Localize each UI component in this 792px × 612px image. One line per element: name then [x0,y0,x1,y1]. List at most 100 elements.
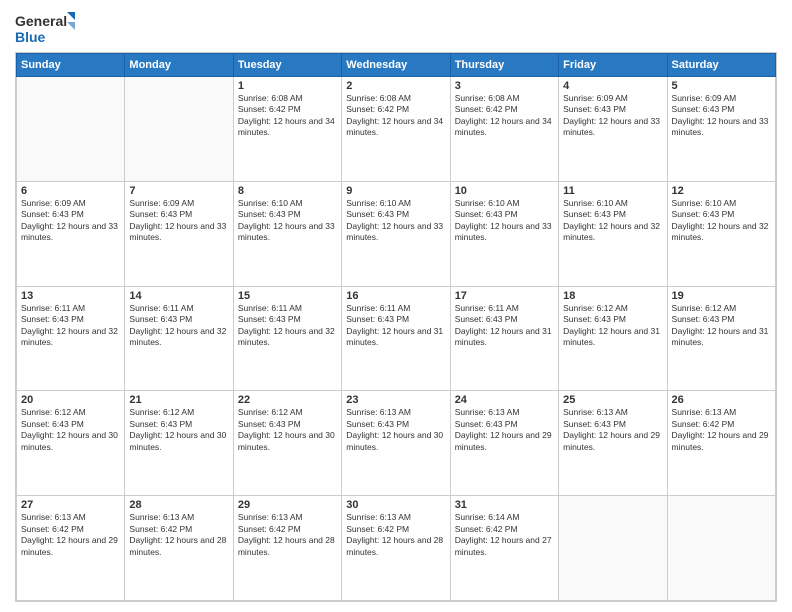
calendar-cell [125,77,233,182]
day-number: 6 [21,185,120,197]
calendar-cell: 1Sunrise: 6:08 AMSunset: 6:42 PMDaylight… [233,77,341,182]
day-number: 22 [238,394,337,406]
calendar-cell: 31Sunrise: 6:14 AMSunset: 6:42 PMDayligh… [450,496,558,601]
svg-text:Blue: Blue [15,29,46,45]
calendar-cell: 29Sunrise: 6:13 AMSunset: 6:42 PMDayligh… [233,496,341,601]
calendar-cell: 7Sunrise: 6:09 AMSunset: 6:43 PMDaylight… [125,181,233,286]
calendar-cell: 3Sunrise: 6:08 AMSunset: 6:42 PMDaylight… [450,77,558,182]
day-number: 25 [563,394,662,406]
day-info: Sunrise: 6:08 AMSunset: 6:42 PMDaylight:… [346,93,445,139]
day-number: 14 [129,290,228,302]
day-number: 8 [238,185,337,197]
calendar-cell: 24Sunrise: 6:13 AMSunset: 6:43 PMDayligh… [450,391,558,496]
day-number: 11 [563,185,662,197]
day-number: 1 [238,80,337,92]
calendar-cell: 23Sunrise: 6:13 AMSunset: 6:43 PMDayligh… [342,391,450,496]
day-info: Sunrise: 6:13 AMSunset: 6:42 PMDaylight:… [21,512,120,558]
day-info: Sunrise: 6:14 AMSunset: 6:42 PMDaylight:… [455,512,554,558]
calendar-cell: 12Sunrise: 6:10 AMSunset: 6:43 PMDayligh… [667,181,775,286]
svg-text:General: General [15,13,67,29]
logo: General Blue [15,10,75,46]
day-number: 21 [129,394,228,406]
day-info: Sunrise: 6:11 AMSunset: 6:43 PMDaylight:… [238,303,337,349]
day-info: Sunrise: 6:12 AMSunset: 6:43 PMDaylight:… [238,407,337,453]
day-number: 4 [563,80,662,92]
calendar-cell: 19Sunrise: 6:12 AMSunset: 6:43 PMDayligh… [667,286,775,391]
day-info: Sunrise: 6:13 AMSunset: 6:42 PMDaylight:… [129,512,228,558]
calendar-cell: 9Sunrise: 6:10 AMSunset: 6:43 PMDaylight… [342,181,450,286]
calendar-cell: 11Sunrise: 6:10 AMSunset: 6:43 PMDayligh… [559,181,667,286]
day-info: Sunrise: 6:10 AMSunset: 6:43 PMDaylight:… [563,198,662,244]
day-info: Sunrise: 6:10 AMSunset: 6:43 PMDaylight:… [238,198,337,244]
calendar-cell: 26Sunrise: 6:13 AMSunset: 6:42 PMDayligh… [667,391,775,496]
day-number: 2 [346,80,445,92]
header: General Blue [15,10,777,46]
day-info: Sunrise: 6:11 AMSunset: 6:43 PMDaylight:… [346,303,445,349]
day-info: Sunrise: 6:12 AMSunset: 6:43 PMDaylight:… [672,303,771,349]
day-of-week-saturday: Saturday [667,54,775,77]
day-number: 17 [455,290,554,302]
day-number: 13 [21,290,120,302]
day-info: Sunrise: 6:12 AMSunset: 6:43 PMDaylight:… [21,407,120,453]
day-number: 26 [672,394,771,406]
day-number: 9 [346,185,445,197]
calendar-cell: 6Sunrise: 6:09 AMSunset: 6:43 PMDaylight… [17,181,125,286]
day-info: Sunrise: 6:08 AMSunset: 6:42 PMDaylight:… [238,93,337,139]
day-number: 29 [238,499,337,511]
day-of-week-monday: Monday [125,54,233,77]
calendar: SundayMondayTuesdayWednesdayThursdayFrid… [15,52,777,602]
calendar-cell: 2Sunrise: 6:08 AMSunset: 6:42 PMDaylight… [342,77,450,182]
day-number: 20 [21,394,120,406]
day-number: 31 [455,499,554,511]
day-number: 28 [129,499,228,511]
day-number: 30 [346,499,445,511]
day-number: 18 [563,290,662,302]
day-number: 7 [129,185,228,197]
calendar-cell: 4Sunrise: 6:09 AMSunset: 6:43 PMDaylight… [559,77,667,182]
day-info: Sunrise: 6:13 AMSunset: 6:42 PMDaylight:… [672,407,771,453]
calendar-cell: 5Sunrise: 6:09 AMSunset: 6:43 PMDaylight… [667,77,775,182]
day-info: Sunrise: 6:13 AMSunset: 6:43 PMDaylight:… [455,407,554,453]
calendar-cell: 30Sunrise: 6:13 AMSunset: 6:42 PMDayligh… [342,496,450,601]
day-number: 12 [672,185,771,197]
day-number: 19 [672,290,771,302]
day-number: 24 [455,394,554,406]
day-of-week-sunday: Sunday [17,54,125,77]
day-number: 23 [346,394,445,406]
day-info: Sunrise: 6:09 AMSunset: 6:43 PMDaylight:… [21,198,120,244]
day-info: Sunrise: 6:11 AMSunset: 6:43 PMDaylight:… [455,303,554,349]
calendar-cell: 10Sunrise: 6:10 AMSunset: 6:43 PMDayligh… [450,181,558,286]
day-of-week-tuesday: Tuesday [233,54,341,77]
day-info: Sunrise: 6:11 AMSunset: 6:43 PMDaylight:… [21,303,120,349]
calendar-cell [667,496,775,601]
calendar-cell: 8Sunrise: 6:10 AMSunset: 6:43 PMDaylight… [233,181,341,286]
day-of-week-thursday: Thursday [450,54,558,77]
day-info: Sunrise: 6:13 AMSunset: 6:43 PMDaylight:… [346,407,445,453]
day-number: 27 [21,499,120,511]
day-of-week-wednesday: Wednesday [342,54,450,77]
day-number: 5 [672,80,771,92]
day-info: Sunrise: 6:10 AMSunset: 6:43 PMDaylight:… [672,198,771,244]
page: General Blue SundayMondayTuesdayWednesda… [0,0,792,612]
calendar-cell: 28Sunrise: 6:13 AMSunset: 6:42 PMDayligh… [125,496,233,601]
day-of-week-friday: Friday [559,54,667,77]
calendar-cell [559,496,667,601]
day-info: Sunrise: 6:13 AMSunset: 6:42 PMDaylight:… [346,512,445,558]
calendar-cell: 21Sunrise: 6:12 AMSunset: 6:43 PMDayligh… [125,391,233,496]
calendar-cell: 20Sunrise: 6:12 AMSunset: 6:43 PMDayligh… [17,391,125,496]
day-info: Sunrise: 6:10 AMSunset: 6:43 PMDaylight:… [455,198,554,244]
calendar-cell: 14Sunrise: 6:11 AMSunset: 6:43 PMDayligh… [125,286,233,391]
day-info: Sunrise: 6:13 AMSunset: 6:43 PMDaylight:… [563,407,662,453]
logo-svg: General Blue [15,10,75,46]
day-info: Sunrise: 6:10 AMSunset: 6:43 PMDaylight:… [346,198,445,244]
day-info: Sunrise: 6:09 AMSunset: 6:43 PMDaylight:… [129,198,228,244]
calendar-cell: 13Sunrise: 6:11 AMSunset: 6:43 PMDayligh… [17,286,125,391]
day-info: Sunrise: 6:13 AMSunset: 6:42 PMDaylight:… [238,512,337,558]
day-number: 3 [455,80,554,92]
day-info: Sunrise: 6:08 AMSunset: 6:42 PMDaylight:… [455,93,554,139]
calendar-cell: 18Sunrise: 6:12 AMSunset: 6:43 PMDayligh… [559,286,667,391]
calendar-cell [17,77,125,182]
calendar-cell: 17Sunrise: 6:11 AMSunset: 6:43 PMDayligh… [450,286,558,391]
day-number: 16 [346,290,445,302]
day-info: Sunrise: 6:09 AMSunset: 6:43 PMDaylight:… [563,93,662,139]
